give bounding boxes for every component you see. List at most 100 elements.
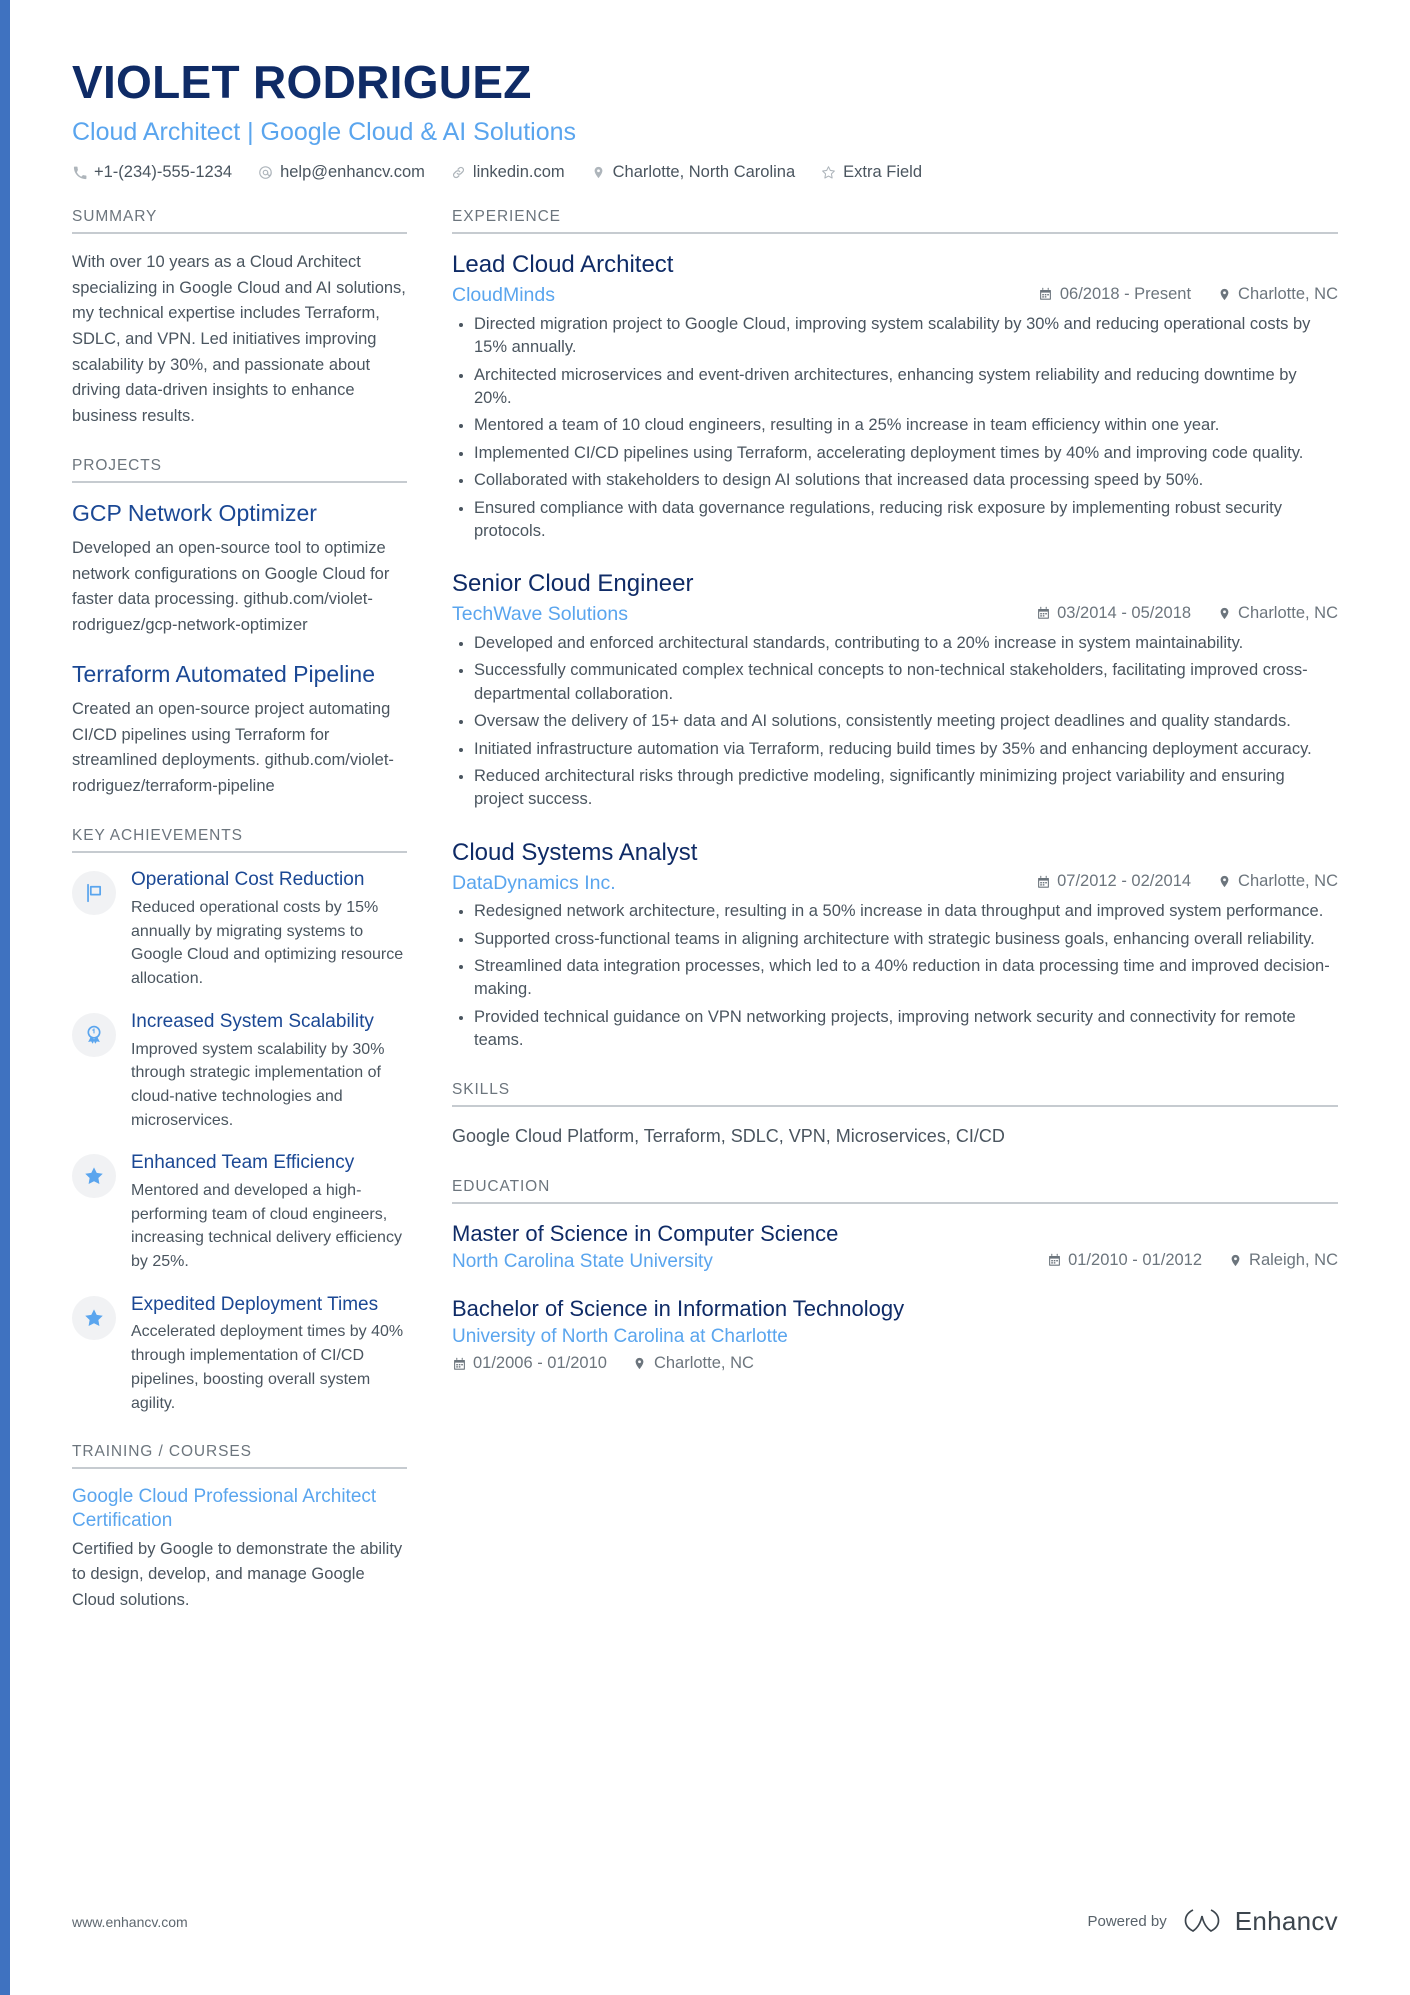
contact-item[interactable]: +1-(234)-555-1234 — [72, 163, 232, 182]
achievement-item: Expedited Deployment Times Accelerated de… — [72, 1294, 407, 1415]
left-accent-bar — [0, 0, 10, 1995]
job-location: Charlotte, NC — [1217, 285, 1338, 304]
location-pin-icon — [1217, 606, 1231, 620]
achievement-item: Operational Cost Reduction Reduced operat… — [72, 869, 407, 990]
calendar-icon — [1036, 875, 1050, 889]
achievement-title: Increased System Scalability — [131, 1010, 374, 1032]
right-column: EXPERIENCE Lead Cloud Architect CloudMind… — [452, 208, 1338, 1401]
link-icon — [451, 165, 466, 180]
location-pin-icon — [633, 1357, 647, 1371]
experience-bullet: Oversaw the delivery of 15+ data and AI … — [452, 710, 1338, 733]
project-description: Created an open-source project automatin… — [72, 699, 394, 795]
education-dates: 01/2006 - 01/2010 — [452, 1354, 607, 1373]
experience-heading: EXPERIENCE — [452, 208, 1338, 235]
page-title: VIOLET RODRIGUEZ — [72, 56, 532, 108]
job-title: Senior Cloud Engineer — [452, 570, 694, 598]
job-bullets: Developed and enforced architectural sta… — [452, 632, 1338, 812]
calendar-icon — [1036, 606, 1050, 620]
footer-brand-area: Powered by Enhancv — [1087, 1906, 1338, 1937]
experience-bullet: Collaborated with stakeholders to design… — [452, 469, 1338, 492]
projects-heading: PROJECTS — [72, 457, 407, 484]
training-title[interactable]: Google Cloud Professional Architect Cert… — [72, 1485, 407, 1533]
education-school[interactable]: North Carolina State University — [452, 1250, 713, 1275]
flag-icon — [72, 871, 116, 916]
training-item: Google Cloud Professional Architect Cert… — [72, 1485, 407, 1613]
phone-icon — [72, 165, 87, 180]
resume-page: VIOLET RODRIGUEZ Cloud Architect | Googl… — [0, 0, 1410, 1995]
projects-section: PROJECTS GCP Network Optimizer Developed … — [72, 457, 407, 799]
job-title: Cloud Systems Analyst — [452, 838, 698, 866]
job-meta-row: TechWave Solutions 03/2014 - 05/2018 Charl… — [452, 602, 1338, 626]
job-dates-text: 03/2014 - 05/2018 — [1057, 603, 1192, 622]
contact-text: linkedin.com — [472, 163, 565, 182]
achievement-description: Reduced operational costs by 15% annuall… — [131, 899, 404, 988]
job-location-text: Charlotte, NC — [1238, 603, 1338, 622]
summary-section: SUMMARY With over 10 years as a Cloud Ar… — [72, 208, 407, 429]
experience-bullet: Implemented CI/CD pipelines using Terraf… — [452, 442, 1338, 465]
education-meta-row: 01/2006 - 01/2010 Charlotte, NC — [452, 1354, 1338, 1373]
job-company[interactable]: TechWave Solutions — [452, 602, 628, 626]
contact-item[interactable]: Charlotte, North Carolina — [591, 163, 795, 182]
experience-bullet: Initiated infrastructure automation via … — [452, 738, 1338, 761]
education-heading: EDUCATION — [452, 1178, 1338, 1204]
education-school[interactable]: University of North Carolina at Charlott… — [452, 1325, 1338, 1350]
job-company[interactable]: CloudMinds — [452, 283, 555, 307]
project-item: Terraform Automated Pipeline Created an o… — [72, 660, 407, 799]
education-location: Charlotte, NC — [633, 1354, 754, 1373]
contact-text: help@enhancv.com — [280, 163, 425, 182]
project-title: GCP Network Optimizer — [72, 500, 317, 527]
job-dates: 07/2012 - 02/2014 — [1036, 872, 1191, 891]
job-bullets: Redesigned network architecture, resulti… — [452, 900, 1338, 1053]
contact-text: Extra Field — [843, 163, 922, 182]
skills-heading: SKILLS — [452, 1081, 1338, 1107]
achievement-description: Mentored and developed a high-performing… — [131, 1182, 402, 1271]
job-dates-text: 06/2018 - Present — [1059, 284, 1192, 303]
experience-section: EXPERIENCE Lead Cloud Architect CloudMind… — [452, 208, 1338, 1052]
experience-bullet: Streamlined data integration processes, … — [452, 955, 1338, 1002]
star-icon — [72, 1154, 116, 1199]
job-meta-right: 03/2014 - 05/2018 Charlotte, NC — [1036, 604, 1338, 623]
education-dates-text: 01/2006 - 01/2010 — [473, 1354, 607, 1373]
contact-item[interactable]: linkedin.com — [451, 163, 565, 182]
project-item: GCP Network Optimizer Developed an open-s… — [72, 499, 407, 638]
enhancv-logo: Enhancv — [1179, 1906, 1338, 1937]
education-section: EDUCATION Master of Science in Computer … — [452, 1178, 1338, 1373]
location-pin-icon — [1217, 875, 1231, 889]
job-dates-text: 07/2012 - 02/2014 — [1057, 872, 1192, 891]
calendar-icon — [452, 1357, 466, 1371]
experience-item: Cloud Systems Analyst DataDynamics Inc. 07… — [452, 838, 1338, 1053]
education-dates-text: 01/2010 - 01/2012 — [1068, 1250, 1203, 1269]
achievement-title: Operational Cost Reduction — [131, 869, 365, 891]
skills-section: SKILLS Google Cloud Platform, Terraform,… — [452, 1081, 1338, 1150]
contact-item[interactable]: Extra Field — [821, 163, 922, 182]
contact-text: +1-(234)-555-1234 — [94, 163, 233, 182]
training-section: TRAINING / COURSES Google Cloud Professi… — [72, 1443, 407, 1613]
achievement-item: Enhanced Team Efficiency Mentored and dev… — [72, 1152, 407, 1273]
powered-by-label: Powered by — [1087, 1913, 1167, 1930]
education-dates: 01/2010 - 01/2012 — [1047, 1251, 1202, 1270]
achievement-title: Expedited Deployment Times — [131, 1293, 379, 1315]
left-column: SUMMARY With over 10 years as a Cloud Ar… — [72, 208, 407, 1641]
experience-bullet: Successfully communicated complex techni… — [452, 659, 1338, 706]
job-company[interactable]: DataDynamics Inc. — [452, 871, 616, 895]
experience-item: Senior Cloud Engineer TechWave Solutions 0… — [452, 569, 1338, 811]
header-subtitle: Cloud Architect | Google Cloud & AI Solu… — [72, 118, 577, 147]
location-pin-icon — [1217, 287, 1231, 301]
achievement-description: Improved system scalability by 30% throu… — [131, 1040, 385, 1129]
achievement-title: Enhanced Team Efficiency — [131, 1152, 355, 1174]
resume-header: VIOLET RODRIGUEZ Cloud Architect | Googl… — [72, 58, 1338, 182]
experience-bullet: Supported cross-functional teams in alig… — [452, 928, 1338, 951]
enhancv-mark-icon — [1179, 1907, 1225, 1937]
achievement-description: Accelerated deployment times by 40% thro… — [131, 1323, 404, 1412]
footer-website[interactable]: www.enhancv.com — [72, 1914, 188, 1930]
skills-text: Google Cloud Platform, Terraform, SDLC, … — [452, 1125, 1005, 1146]
job-dates: 03/2014 - 05/2018 — [1036, 604, 1191, 623]
achievements-list: Operational Cost Reduction Reduced operat… — [72, 869, 407, 1415]
content-columns: SUMMARY With over 10 years as a Cloud Ar… — [72, 208, 1338, 1641]
email-icon — [258, 165, 273, 180]
summary-text: With over 10 years as a Cloud Architect … — [72, 253, 406, 425]
contact-item[interactable]: help@enhancv.com — [258, 163, 425, 182]
achievement-body: Expedited Deployment Times Accelerated de… — [131, 1294, 407, 1415]
job-location-text: Charlotte, NC — [1238, 872, 1338, 891]
education-list: Master of Science in Computer Science Nor… — [452, 1220, 1338, 1373]
